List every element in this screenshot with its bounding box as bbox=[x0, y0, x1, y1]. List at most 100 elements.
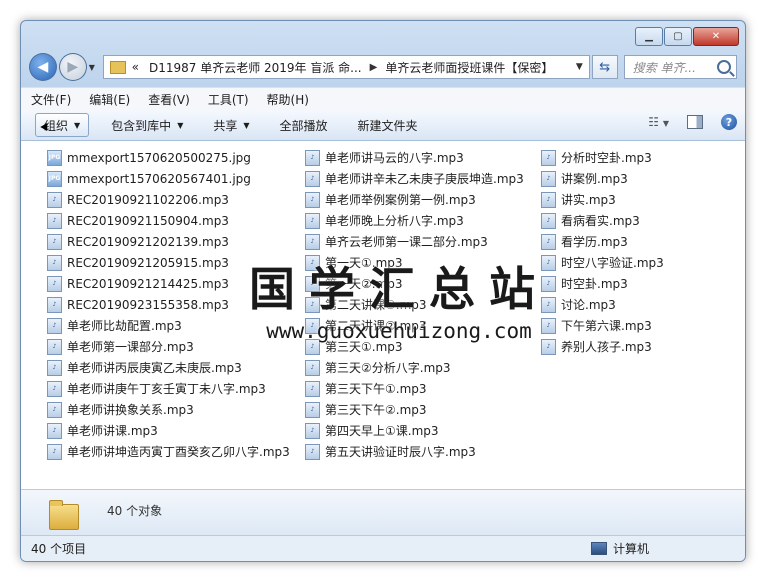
file-name: 第三天下午①.mp3 bbox=[325, 382, 427, 396]
breadcrumb-overflow[interactable]: « bbox=[132, 60, 139, 74]
file-name: 单老师晚上分析八字.mp3 bbox=[325, 214, 464, 228]
list-item[interactable]: ♪ 单齐云老师第一课二部分.mp3 bbox=[305, 231, 488, 252]
list-item[interactable]: ♪ 时空八字验证.mp3 bbox=[541, 252, 664, 273]
audio-file-icon: ♪ bbox=[47, 212, 62, 229]
new-folder-button[interactable]: 新建文件夹 bbox=[350, 114, 426, 136]
navigation-bar: ◀ ▶ ▼ « D11987 单齐云老师 2019年 盲派 命... ▶ 单齐云… bbox=[29, 53, 737, 81]
view-list-icon: ☷ bbox=[648, 115, 660, 129]
preview-pane-button[interactable] bbox=[687, 115, 703, 129]
list-item[interactable]: ♪ 单老师讲坤造丙寅丁酉癸亥乙卯八字.mp3 bbox=[47, 441, 290, 462]
file-name: 单老师讲丙辰庚寅乙未庚辰.mp3 bbox=[67, 361, 242, 375]
breadcrumb-item[interactable]: 单齐云老师面授班课件【保密】 bbox=[385, 59, 553, 76]
recent-pages-dropdown[interactable]: ▼ bbox=[89, 63, 99, 72]
list-item[interactable]: ♪ 下午第六课.mp3 bbox=[541, 315, 652, 336]
close-button[interactable]: ✕ bbox=[693, 27, 739, 46]
menu-help[interactable]: 帮助(H) bbox=[267, 91, 309, 108]
list-item[interactable]: ♪ 时空卦.mp3 bbox=[541, 273, 628, 294]
list-item[interactable]: ♪ 单老师讲课.mp3 bbox=[47, 420, 158, 441]
computer-icon bbox=[590, 542, 607, 555]
audio-file-icon: ♪ bbox=[541, 296, 556, 313]
list-item[interactable]: ♪ 第三天下午①.mp3 bbox=[305, 378, 427, 399]
list-item[interactable]: ♪ 单老师举例案例第一例.mp3 bbox=[305, 189, 476, 210]
back-button[interactable]: ◀ bbox=[29, 53, 57, 81]
address-bar[interactable]: « D11987 单齐云老师 2019年 盲派 命... ▶ 单齐云老师面授班课… bbox=[102, 55, 590, 79]
list-item[interactable]: ♪ 第二天讲课①.mp3 bbox=[305, 294, 427, 315]
list-item[interactable]: ♪ 第三天②分析八字.mp3 bbox=[305, 357, 451, 378]
breadcrumb-separator-icon[interactable]: ▶ bbox=[370, 62, 378, 73]
view-controls: ☷ ▼ ? bbox=[648, 114, 737, 130]
list-item[interactable]: ♪ REC20190921214425.mp3 bbox=[47, 273, 229, 294]
list-item[interactable]: ♪ 第三天①.mp3 bbox=[305, 336, 403, 357]
list-item[interactable]: ♪ 第四天早上①课.mp3 bbox=[305, 420, 439, 441]
explorer-window: ▁ ▢ ✕ ◀ ▶ ▼ « D11987 单齐云老师 2019年 盲派 命...… bbox=[20, 20, 746, 562]
file-name: 第四天早上①课.mp3 bbox=[325, 424, 439, 438]
list-item[interactable]: ♪ 单老师讲庚午丁亥壬寅丁未八字.mp3 bbox=[47, 378, 266, 399]
play-all-button[interactable]: 全部播放 bbox=[272, 114, 336, 136]
list-item[interactable]: JPG mmexport1570620500275.jpg bbox=[47, 147, 251, 168]
list-item[interactable]: ♪ 讲案例.mp3 bbox=[541, 168, 628, 189]
file-name: 时空八字验证.mp3 bbox=[561, 256, 664, 270]
file-name: 讲实.mp3 bbox=[561, 193, 616, 207]
file-name: REC20190921205915.mp3 bbox=[67, 255, 229, 270]
change-view-button[interactable]: ☷ ▼ bbox=[648, 115, 669, 129]
audio-file-icon: ♪ bbox=[47, 359, 62, 376]
forward-arrow-icon: ▶ bbox=[67, 59, 79, 75]
status-location: 计算机 bbox=[590, 540, 649, 557]
file-name: 养别人孩子.mp3 bbox=[561, 340, 652, 354]
audio-file-icon: ♪ bbox=[541, 338, 556, 355]
help-button[interactable]: ? bbox=[721, 114, 737, 130]
menu-edit[interactable]: 编辑(E) bbox=[89, 91, 130, 108]
list-item[interactable]: ♪ 单老师晚上分析八字.mp3 bbox=[305, 210, 464, 231]
list-item[interactable]: ♪ 养别人孩子.mp3 bbox=[541, 336, 652, 357]
list-item[interactable]: ♪ 单老师讲马云的八字.mp3 bbox=[305, 147, 464, 168]
command-bar: 组织 ▼ 包含到库中 ▼ 共享 ▼ 全部播放 新建文件夹 ☷ ▼ ? bbox=[21, 110, 745, 141]
minimize-button[interactable]: ▁ bbox=[635, 27, 663, 46]
list-item[interactable]: ♪ 分析时空卦.mp3 bbox=[541, 147, 652, 168]
share-button[interactable]: 共享 ▼ bbox=[205, 114, 257, 136]
forward-button[interactable]: ▶ bbox=[58, 53, 87, 81]
list-item[interactable]: ♪ 单老师讲辛未乙未庚子庚辰坤造.mp3 bbox=[305, 168, 524, 189]
menu-view[interactable]: 查看(V) bbox=[148, 91, 190, 108]
share-label: 共享 bbox=[213, 118, 238, 133]
include-in-library-button[interactable]: 包含到库中 ▼ bbox=[103, 114, 191, 136]
status-bar: 40 个项目 计算机 bbox=[21, 535, 745, 561]
list-item[interactable]: ♪ REC20190921102206.mp3 bbox=[47, 189, 229, 210]
audio-file-icon: ♪ bbox=[47, 296, 62, 313]
file-name: 第一天②.mp3 bbox=[325, 277, 403, 291]
list-item[interactable]: ♪ 单老师第一课部分.mp3 bbox=[47, 336, 194, 357]
audio-file-icon: ♪ bbox=[541, 254, 556, 271]
audio-file-icon: ♪ bbox=[541, 212, 556, 229]
list-item[interactable]: ♪ REC20190921202139.mp3 bbox=[47, 231, 229, 252]
list-item[interactable]: ♪ 单老师比劫配置.mp3 bbox=[47, 315, 182, 336]
chevron-down-icon: ▼ bbox=[662, 119, 669, 128]
include-library-label: 包含到库中 bbox=[111, 118, 172, 133]
list-item[interactable]: ♪ REC20190923155358.mp3 bbox=[47, 294, 229, 315]
list-item[interactable]: ♪ 讲实.mp3 bbox=[541, 189, 616, 210]
audio-file-icon: ♪ bbox=[47, 275, 62, 292]
audio-file-icon: ♪ bbox=[47, 401, 62, 418]
list-item[interactable]: ♪ 看病看实.mp3 bbox=[541, 210, 640, 231]
list-item[interactable]: ♪ 第一天②.mp3 bbox=[305, 273, 403, 294]
menu-tools[interactable]: 工具(T) bbox=[208, 91, 249, 108]
list-item[interactable]: JPG mmexport1570620567401.jpg bbox=[47, 168, 251, 189]
menu-bar: 文件(F) 编辑(E) 查看(V) 工具(T) 帮助(H) bbox=[21, 87, 745, 110]
list-item[interactable]: ♪ 第五天讲验证时辰八字.mp3 bbox=[305, 441, 476, 462]
menu-file[interactable]: 文件(F) bbox=[31, 91, 71, 108]
list-item[interactable]: ♪ 第二天讲课②.mp3 bbox=[305, 315, 427, 336]
list-item[interactable]: ♪ 第三天下午②.mp3 bbox=[305, 399, 427, 420]
breadcrumb-item[interactable]: D11987 单齐云老师 2019年 盲派 命... bbox=[149, 59, 362, 76]
list-item[interactable]: ♪ 第一天①.mp3 bbox=[305, 252, 403, 273]
list-item[interactable]: ♪ 讨论.mp3 bbox=[541, 294, 616, 315]
search-input[interactable]: 搜索 单齐... bbox=[623, 55, 737, 79]
list-item[interactable]: ♪ 单老师讲丙辰庚寅乙未庚辰.mp3 bbox=[47, 357, 242, 378]
audio-file-icon: ♪ bbox=[305, 149, 320, 166]
address-dropdown-icon[interactable]: ▼ bbox=[576, 62, 583, 72]
file-name: 时空卦.mp3 bbox=[561, 277, 628, 291]
maximize-button[interactable]: ▢ bbox=[664, 27, 692, 46]
refresh-button[interactable]: ⇆ bbox=[591, 55, 618, 79]
list-item[interactable]: ♪ 看学历.mp3 bbox=[541, 231, 628, 252]
list-item[interactable]: ♪ REC20190921205915.mp3 bbox=[47, 252, 229, 273]
search-icon[interactable] bbox=[716, 60, 731, 74]
list-item[interactable]: ♪ REC20190921150904.mp3 bbox=[47, 210, 229, 231]
list-item[interactable]: ♪ 单老师讲换象关系.mp3 bbox=[47, 399, 194, 420]
